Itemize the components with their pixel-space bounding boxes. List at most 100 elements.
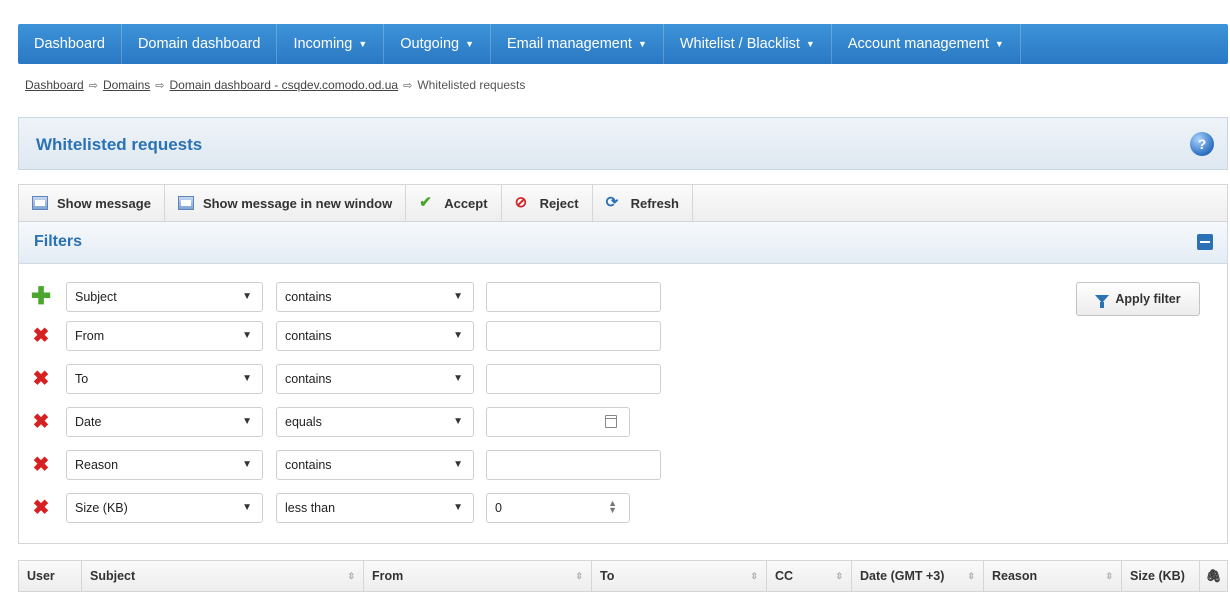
column-header-reason[interactable]: Reason ⇳ <box>984 561 1122 591</box>
apply-filter-button[interactable]: Apply filter <box>1076 282 1200 316</box>
chevron-down-icon: ▼ <box>242 502 252 513</box>
breadcrumb-dashboard[interactable]: Dashboard <box>25 78 84 92</box>
filter-field-select[interactable]: Reason ▼ <box>66 450 263 480</box>
select-value: To <box>75 372 89 386</box>
paperclip-icon: 🖇 <box>1205 569 1222 583</box>
column-header-from[interactable]: From ⇳ <box>364 561 592 591</box>
page-title: Whitelisted requests <box>36 135 203 154</box>
filter-field-select[interactable]: From ▼ <box>66 321 263 351</box>
filter-field-select[interactable]: Date ▼ <box>66 407 263 437</box>
nav-outgoing[interactable]: Outgoing ▼ <box>384 24 492 64</box>
filter-value-input[interactable] <box>486 450 661 480</box>
filter-row: ✚ Subject ▼ contains ▼ <box>19 282 719 312</box>
breadcrumb-domain-dashboard[interactable]: Domain dashboard - csqdev.comodo.od.ua <box>170 78 399 92</box>
chevron-down-icon: ▼ <box>453 459 463 470</box>
nav-label: Outgoing <box>400 36 460 52</box>
message-window-icon <box>177 196 194 210</box>
column-label: Size (KB) <box>1130 569 1185 583</box>
filter-field-select[interactable]: Size (KB) ▼ <box>66 493 263 523</box>
caret-down-icon: ▼ <box>465 39 475 49</box>
column-label: Subject <box>90 569 136 583</box>
chevron-down-icon: ▼ <box>242 459 252 470</box>
filter-value-input[interactable] <box>486 321 661 351</box>
collapse-icon[interactable] <box>1197 234 1213 250</box>
filter-operator-select[interactable]: less than ▼ <box>276 493 474 523</box>
filter-value-input[interactable] <box>486 282 661 312</box>
filter-operator-select[interactable]: contains ▼ <box>276 321 474 351</box>
column-header-size[interactable]: Size (KB) <box>1122 561 1200 591</box>
filter-number-input[interactable]: 0 ▲ ▼ <box>486 493 630 523</box>
filter-value-input[interactable] <box>486 364 661 394</box>
accept-icon: ✔ <box>419 194 432 211</box>
filters-title: Filters <box>34 233 83 250</box>
add-filter-icon[interactable]: ✚ <box>31 285 51 309</box>
select-value: Size (KB) <box>75 501 128 515</box>
chevron-down-icon: ▼ <box>453 330 463 341</box>
chevron-down-icon: ▼ <box>242 416 252 427</box>
filter-field-select[interactable]: To ▼ <box>66 364 263 394</box>
sort-icon: ⇳ <box>1105 571 1113 581</box>
column-label: User <box>27 569 55 583</box>
nav-dashboard[interactable]: Dashboard <box>18 24 122 64</box>
reject-button[interactable]: ⊘ Reject <box>502 185 593 221</box>
refresh-icon: ⟳ <box>605 194 619 211</box>
arrow-right-icon: ⇨ <box>403 80 413 92</box>
column-header-date[interactable]: Date (GMT +3) ⇳ <box>852 561 984 591</box>
select-value: Date <box>75 415 102 429</box>
column-label: CC <box>775 569 794 583</box>
column-header-attachment[interactable]: 🖇 <box>1200 561 1227 591</box>
filter-operator-select[interactable]: contains ▼ <box>276 364 474 394</box>
remove-filter-icon[interactable]: ✖ <box>31 498 51 518</box>
input-value: 0 <box>495 501 502 515</box>
refresh-button[interactable]: ⟳ Refresh <box>593 185 694 221</box>
filter-operator-select[interactable]: contains ▼ <box>276 450 474 480</box>
help-icon[interactable]: ? <box>1190 132 1214 156</box>
nav-whitelist-blacklist[interactable]: Whitelist / Blacklist ▼ <box>664 24 832 64</box>
caret-down-icon: ▼ <box>994 39 1004 49</box>
filter-operator-select[interactable]: equals ▼ <box>276 407 474 437</box>
select-value: From <box>75 329 105 343</box>
filter-row: ✖ Date ▼ equals ▼ <box>19 407 719 437</box>
column-header-to[interactable]: To ⇳ <box>592 561 767 591</box>
column-header-user[interactable]: User <box>19 561 82 591</box>
accept-button[interactable]: ✔ Accept <box>406 185 502 221</box>
column-label: From <box>372 569 404 583</box>
toolbar: Show message Show message in new window … <box>18 184 1228 222</box>
filter-row: ✖ Reason ▼ contains ▼ <box>19 450 719 480</box>
nav-label: Account management <box>847 36 989 52</box>
select-value: contains <box>285 329 332 343</box>
remove-filter-icon[interactable]: ✖ <box>31 326 51 346</box>
column-label: Date (GMT +3) <box>860 569 945 583</box>
show-message-new-window-button[interactable]: Show message in new window <box>165 185 407 221</box>
filter-funnel-icon <box>1095 295 1110 308</box>
filter-row: ✖ From ▼ contains ▼ <box>19 321 719 351</box>
column-header-subject[interactable]: Subject ⇳ <box>82 561 364 591</box>
calendar-icon[interactable] <box>605 415 617 428</box>
caret-down-icon: ▼ <box>358 39 368 49</box>
nav-incoming[interactable]: Incoming ▼ <box>277 24 385 64</box>
remove-filter-icon[interactable]: ✖ <box>31 412 51 432</box>
chevron-down-icon: ▼ <box>242 291 252 302</box>
column-header-cc[interactable]: CC ⇳ <box>767 561 852 591</box>
top-navigation: Dashboard Domain dashboard Incoming ▼ Out… <box>18 24 1228 64</box>
filter-operator-select[interactable]: contains ▼ <box>276 282 474 312</box>
arrow-right-icon: ⇨ <box>155 80 165 92</box>
message-icon <box>32 196 48 210</box>
filter-date-input[interactable] <box>486 407 630 437</box>
nav-label: Dashboard <box>34 36 105 52</box>
nav-domain-dashboard[interactable]: Domain dashboard <box>122 24 278 64</box>
remove-filter-icon[interactable]: ✖ <box>31 369 51 389</box>
show-message-button[interactable]: Show message <box>19 185 165 221</box>
remove-filter-icon[interactable]: ✖ <box>31 455 51 475</box>
nav-account-management[interactable]: Account management ▼ <box>832 24 1021 64</box>
chevron-down-icon: ▼ <box>453 291 463 302</box>
chevron-down-icon: ▼ <box>453 416 463 427</box>
filter-field-select[interactable]: Subject ▼ <box>66 282 263 312</box>
spinner-icon[interactable]: ▲ ▼ <box>608 499 617 515</box>
button-label: Apply filter <box>1115 292 1181 306</box>
breadcrumb-domains[interactable]: Domains <box>103 78 150 92</box>
sort-icon: ⇳ <box>835 571 843 581</box>
nav-email-management[interactable]: Email management ▼ <box>491 24 664 64</box>
caret-down-icon: ▼ <box>805 39 815 49</box>
select-value: Reason <box>75 458 119 472</box>
